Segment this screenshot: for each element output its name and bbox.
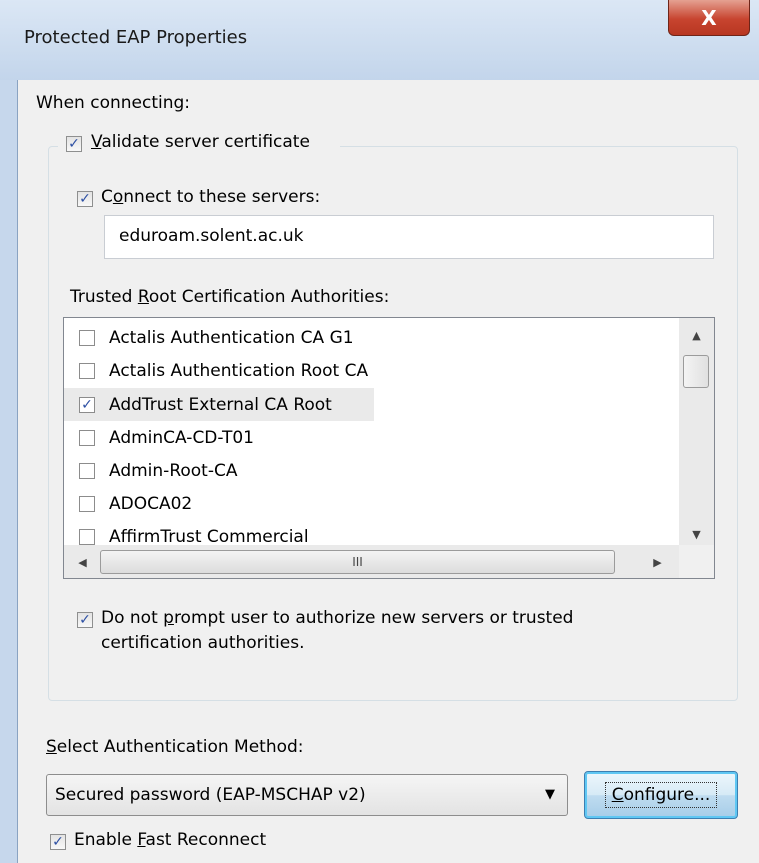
scrollbar-corner (679, 545, 714, 578)
scroll-grip-icon: III (352, 555, 363, 569)
list-item[interactable]: AdminCA-CD-T01 (64, 421, 374, 454)
ca-listbox[interactable]: Actalis Authentication CA G1 Actalis Aut… (63, 317, 715, 579)
list-item-checkbox[interactable] (79, 329, 95, 346)
servers-input-value: eduroam.solent.ac.uk (119, 226, 304, 246)
when-connecting-label: When connecting: (36, 93, 191, 113)
do-not-prompt-checkbox[interactable]: ✓ (77, 612, 93, 628)
list-item[interactable]: Actalis Authentication Root CA (64, 354, 404, 387)
list-item-checkbox[interactable] (79, 495, 95, 512)
list-item[interactable]: ADOCA02 (64, 487, 374, 520)
list-item[interactable]: Admin-Root-CA (64, 454, 374, 487)
connect-servers-checkbox[interactable]: ✓ (77, 191, 93, 207)
configure-button[interactable]: Configure... (584, 771, 738, 819)
check-icon: ✓ (68, 136, 80, 152)
horizontal-scroll-thumb[interactable]: III (100, 550, 615, 574)
check-icon: ✓ (79, 612, 91, 628)
vertical-scroll-thumb[interactable] (683, 355, 709, 388)
list-item-checkbox[interactable]: ✓ (79, 396, 95, 413)
close-icon: X (701, 5, 717, 30)
list-item-label: Actalis Authentication CA G1 (109, 327, 354, 348)
auth-method-select[interactable]: Secured password (EAP-MSCHAP v2) ▼ (46, 774, 568, 816)
check-icon: ✓ (79, 191, 91, 207)
fast-reconnect-label[interactable]: Enable Fast Reconnect (74, 830, 266, 850)
list-item-label: AddTrust External CA Root (109, 394, 332, 415)
validate-cert-label[interactable]: Validate server certificate (91, 132, 310, 152)
list-item-label: Actalis Authentication Root CA (109, 360, 369, 381)
close-button[interactable]: X (668, 0, 750, 36)
list-item[interactable]: Actalis Authentication CA G1 (64, 321, 374, 354)
list-item-label: AdminCA-CD-T01 (109, 427, 254, 448)
list-item-label: AffirmTrust Commercial (109, 526, 309, 547)
auth-method-value: Secured password (EAP-MSCHAP v2) (55, 785, 366, 805)
list-item-label: Admin-Root-CA (109, 460, 238, 481)
check-icon: ✓ (52, 834, 64, 850)
list-item-checkbox[interactable] (79, 429, 95, 446)
configure-label: Configure... (604, 782, 718, 808)
vertical-scrollbar[interactable] (679, 318, 714, 545)
chevron-down-icon: ▼ (545, 787, 555, 802)
fast-reconnect-checkbox[interactable]: ✓ (50, 834, 66, 850)
trusted-root-label: Trusted Root Certification Authorities: (70, 287, 390, 307)
validate-cert-checkbox[interactable]: ✓ (66, 136, 82, 152)
scroll-up-arrow-icon[interactable]: ▲ (679, 320, 714, 350)
do-not-prompt-label-line2: certification authorities. (101, 633, 305, 653)
connect-servers-label[interactable]: Connect to these servers: (101, 187, 320, 207)
check-icon: ✓ (81, 396, 93, 413)
do-not-prompt-label[interactable]: Do not prompt user to authorize new serv… (101, 608, 573, 628)
servers-input[interactable]: eduroam.solent.ac.uk (104, 215, 714, 259)
auth-method-label: Select Authentication Method: (46, 737, 304, 757)
list-item-checkbox[interactable] (79, 462, 95, 479)
list-item-label: ADOCA02 (109, 493, 193, 514)
scroll-down-arrow-icon[interactable]: ▼ (679, 522, 714, 546)
dialog-title: Protected EAP Properties (24, 27, 248, 48)
scroll-right-arrow-icon[interactable]: ▶ (645, 547, 670, 577)
list-item-checkbox[interactable] (79, 528, 95, 545)
scroll-left-arrow-icon[interactable]: ◀ (70, 547, 95, 577)
list-item-checkbox[interactable] (79, 362, 95, 379)
list-item[interactable]: ✓ AddTrust External CA Root (64, 388, 374, 421)
